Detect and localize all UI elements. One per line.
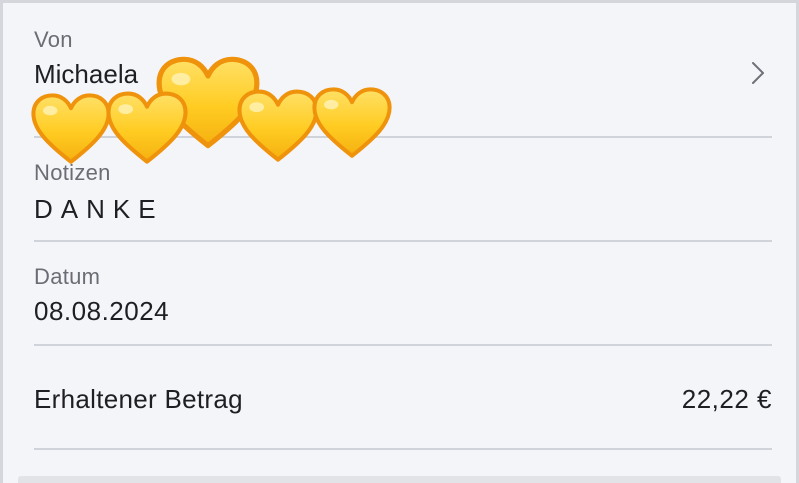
date-row: Datum 08.08.2024 [34, 242, 772, 346]
chevron-right-icon[interactable] [750, 61, 766, 85]
amount-label: Erhaltener Betrag [34, 384, 243, 414]
date-label: Datum [34, 264, 101, 289]
sender-label: Von [34, 27, 73, 52]
heart-icon [108, 94, 185, 162]
bottom-edge [18, 476, 781, 483]
amount-value: 22,22 € [681, 384, 772, 414]
heart-emoji-overlay [27, 51, 397, 169]
notes-text: DANKE [34, 194, 164, 224]
date-value: 08.08.2024 [34, 296, 170, 326]
heart-icon [33, 95, 108, 161]
transaction-details-panel: Von Michaela Notizen DANKE Datum 08.08.2… [0, 0, 799, 483]
heart-icon [314, 89, 389, 155]
amount-row: Erhaltener Betrag 22,22 € [34, 346, 772, 450]
heart-icon [239, 92, 316, 160]
